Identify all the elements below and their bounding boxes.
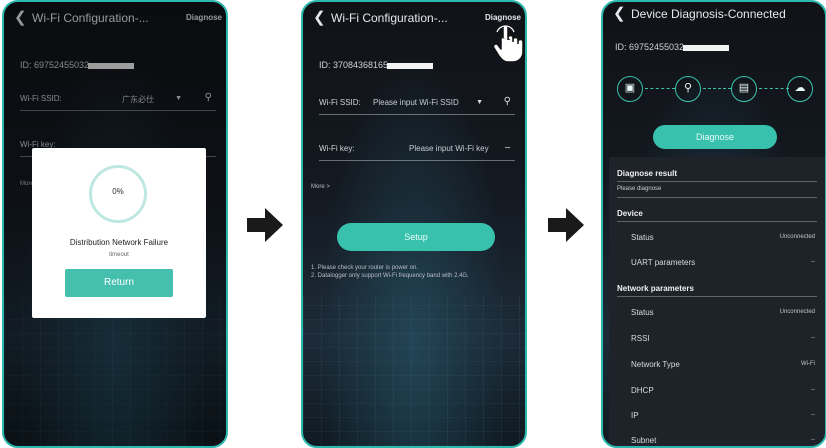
note-power: 1. Please check your router is power on. <box>311 265 419 271</box>
dropdown-arrow-icon[interactable]: ▼ <box>476 99 483 106</box>
page-title: Device Diagnosis-Connected <box>631 7 786 21</box>
progress-text: 0% <box>112 187 124 196</box>
network-type-row: Network Type Wi-Fi <box>631 360 815 374</box>
note-frequency: 2. Datalogger only support Wi-Fi frequen… <box>311 273 469 279</box>
diagnose-result-header: Diagnose result <box>617 169 678 178</box>
ip-row: IP -- <box>631 411 815 425</box>
divider <box>617 221 817 222</box>
cloud-icon: ☁ <box>787 76 813 102</box>
subnet-row: Subnet -- <box>631 436 815 446</box>
key-input[interactable]: Please input Wi-Fi key <box>409 144 489 153</box>
device-id: ID: 69752455032 <box>615 42 730 52</box>
failure-dialog: 0% Distribution Network Failure timeout … <box>32 148 206 318</box>
plug-icon: ⚲ <box>675 76 701 102</box>
back-icon[interactable]: ❮ <box>613 4 626 22</box>
redaction-bar <box>387 62 434 69</box>
dashed-link <box>703 88 731 89</box>
background-grid <box>303 296 525 446</box>
arrow-right-icon <box>247 208 283 242</box>
phone-screen-failure: ❮ Wi-Fi Configuration-... Diagnose ID: 6… <box>2 0 228 448</box>
redaction-bar <box>683 44 730 51</box>
row-value: Wi-Fi <box>801 361 815 367</box>
device-id-text: ID: 69752455032 <box>615 42 685 52</box>
device-id: ID: 37084368165 <box>319 60 434 70</box>
page-title: Wi-Fi Configuration-... <box>331 11 448 25</box>
diagnose-link[interactable]: Diagnose <box>485 13 521 22</box>
row-label: DHCP <box>631 386 654 395</box>
row-label: Status <box>631 308 654 317</box>
row-label: Network Type <box>631 360 680 369</box>
row-value: -- <box>811 259 815 265</box>
setup-button[interactable]: Setup <box>337 223 495 251</box>
divider <box>617 197 817 198</box>
ssid-field[interactable]: Wi-Fi SSID: Please input Wi-Fi SSID ▼ ⚲ <box>319 96 515 115</box>
diagnose-panel: Diagnose result Please diagnose Device S… <box>609 157 825 446</box>
row-label: IP <box>631 411 639 420</box>
divider <box>617 181 817 182</box>
row-label: UART parameters <box>631 258 696 267</box>
row-value: Unconnected <box>779 309 815 315</box>
row-value: -- <box>811 387 815 393</box>
row-value: -- <box>811 437 815 443</box>
connection-chain: ▣ ⚲ ▤ ☁ <box>617 76 813 106</box>
dashed-link <box>759 88 789 89</box>
row-label: RSSI <box>631 334 650 343</box>
back-icon[interactable]: ❮ <box>313 8 326 26</box>
phone-screen-wifi-config: ❮ Wi-Fi Configuration-... Diagnose ID: 3… <box>301 0 527 448</box>
dashed-link <box>645 88 675 89</box>
return-button[interactable]: Return <box>65 269 173 297</box>
row-value: Unconnected <box>779 234 815 240</box>
key-field[interactable]: Wi-Fi key: Please input Wi-Fi key ∽ <box>319 142 515 161</box>
search-icon[interactable]: ⚲ <box>504 96 511 107</box>
datalogger-icon: ▣ <box>617 76 643 102</box>
tap-hand-icon <box>492 24 524 63</box>
phone-screen-diagnosis: ❮ Device Diagnosis-Connected ID: 6975245… <box>601 0 826 448</box>
uart-parameters-row: UART parameters -- <box>631 258 815 272</box>
ssid-input[interactable]: Please input Wi-Fi SSID <box>373 98 459 107</box>
router-icon: ▤ <box>731 76 757 102</box>
dhcp-row: DHCP -- <box>631 386 815 400</box>
device-id-text: ID: 37084368165 <box>319 60 389 70</box>
dialog-subtitle: timeout <box>109 252 129 258</box>
key-label: Wi-Fi key: <box>319 144 355 153</box>
diagnose-result-text: Please diagnose <box>617 186 662 192</box>
row-label: Subnet <box>631 436 657 445</box>
ssid-label: Wi-Fi SSID: <box>319 98 361 107</box>
divider <box>617 296 817 297</box>
row-value: -- <box>811 335 815 341</box>
progress-ring: 0% <box>89 165 147 223</box>
network-status-row: Status Unconnected <box>631 308 815 322</box>
arrow-right-icon <box>548 208 584 242</box>
eye-closed-icon[interactable]: ∽ <box>504 143 511 152</box>
diagnose-button[interactable]: Diagnose <box>653 125 777 149</box>
row-value: -- <box>811 412 815 418</box>
device-header: Device <box>617 209 643 218</box>
rssi-row: RSSI -- <box>631 334 815 348</box>
device-status-row: Status Unconnected <box>631 233 815 247</box>
row-label: Status <box>631 233 654 242</box>
more-link[interactable]: More > <box>311 183 330 191</box>
network-parameters-header: Network parameters <box>617 284 694 293</box>
nav-bar: ❮ Device Diagnosis-Connected <box>603 4 825 26</box>
dialog-title: Distribution Network Failure <box>69 238 169 247</box>
